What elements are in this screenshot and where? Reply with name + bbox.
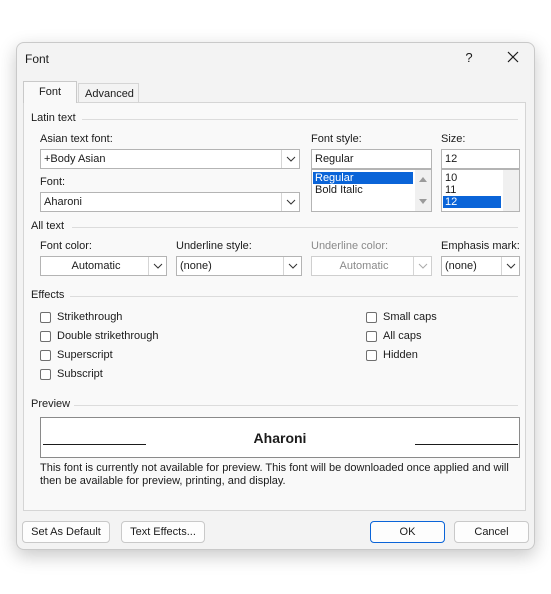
checkbox-box — [366, 330, 377, 342]
chevron-down-icon — [281, 150, 299, 168]
chevron-down-icon — [283, 257, 301, 275]
size-scrollbar[interactable] — [503, 170, 519, 211]
close-button[interactable] — [503, 47, 523, 67]
underline-color-label: Underline color: — [311, 240, 389, 252]
size-option[interactable]: 11 — [443, 184, 501, 196]
chevron-down-icon — [148, 257, 166, 275]
text-effects-button[interactable]: Text Effects... — [121, 521, 205, 543]
emphasis-mark-label: Emphasis mark: — [441, 240, 520, 252]
checkbox-box — [366, 311, 377, 323]
latin-text-divider — [82, 119, 518, 120]
underline-color-dropdown[interactable]: Automatic — [311, 256, 432, 276]
close-icon — [507, 51, 519, 63]
strikethrough-checkbox[interactable]: Strikethrough — [40, 309, 159, 325]
ok-button[interactable]: OK — [370, 521, 445, 543]
asian-font-dropdown[interactable]: +Body Asian — [40, 149, 300, 169]
font-style-option[interactable]: Bold Italic — [313, 184, 413, 196]
all-caps-checkbox[interactable]: All caps — [366, 328, 437, 344]
all-text-divider — [72, 227, 518, 228]
effects-group-label: Effects — [31, 289, 65, 301]
underline-style-dropdown[interactable]: (none) — [176, 256, 302, 276]
emphasis-mark-dropdown[interactable]: (none) — [441, 256, 520, 276]
font-style-scrollbar[interactable] — [415, 170, 431, 211]
checkbox-box — [40, 368, 51, 380]
font-style-value: Regular — [315, 153, 354, 165]
effects-left-column: Strikethrough Double strikethrough Super… — [40, 309, 159, 382]
checkbox-label: Subscript — [57, 368, 103, 380]
preview-divider — [74, 405, 518, 406]
chevron-down-icon — [501, 257, 519, 275]
font-style-label: Font style: — [311, 133, 362, 145]
font-dropdown[interactable]: Aharoni — [40, 192, 300, 212]
size-list[interactable]: 10 11 12 — [441, 169, 520, 212]
dialog-title: Font — [25, 52, 50, 66]
checkbox-label: Hidden — [383, 349, 418, 361]
emphasis-mark-value: (none) — [445, 260, 477, 272]
preview-note: This font is currently not available for… — [40, 462, 509, 487]
tab-font[interactable]: Font — [23, 81, 77, 103]
font-style-list[interactable]: Regular Bold Italic — [311, 169, 432, 212]
cancel-button[interactable]: Cancel — [454, 521, 529, 543]
font-label: Font: — [40, 176, 66, 188]
underline-style-label: Underline style: — [176, 240, 252, 252]
checkbox-label: Double strikethrough — [57, 330, 159, 342]
checkbox-box — [40, 311, 51, 323]
checkbox-box — [40, 349, 51, 361]
preview-baseline-right — [415, 444, 518, 445]
superscript-checkbox[interactable]: Superscript — [40, 347, 159, 363]
tab-font-label: Font — [38, 86, 61, 98]
double-strikethrough-checkbox[interactable]: Double strikethrough — [40, 328, 159, 344]
tab-advanced-label: Advanced — [85, 88, 134, 100]
checkbox-box — [40, 330, 51, 342]
font-color-dropdown[interactable]: Automatic — [40, 256, 167, 276]
checkbox-label: Superscript — [57, 349, 113, 361]
size-option[interactable]: 10 — [443, 172, 501, 184]
checkbox-box — [366, 349, 377, 361]
preview-box: Aharoni — [40, 417, 520, 458]
set-as-default-button[interactable]: Set As Default — [22, 521, 110, 543]
font-style-option[interactable]: Regular — [313, 172, 413, 184]
size-label: Size: — [441, 133, 466, 145]
preview-group-label: Preview — [31, 398, 71, 410]
small-caps-checkbox[interactable]: Small caps — [366, 309, 437, 325]
chevron-down-icon — [413, 257, 431, 275]
font-dialog: Font ? Font Advanced Latin text Asian te… — [16, 42, 535, 550]
asian-font-label: Asian text font: — [40, 133, 113, 145]
font-color-value: Automatic — [71, 260, 121, 272]
subscript-checkbox[interactable]: Subscript — [40, 366, 159, 382]
underline-color-value: Automatic — [339, 260, 389, 272]
checkbox-label: All caps — [383, 330, 422, 342]
size-input[interactable]: 12 — [441, 149, 520, 169]
font-tab-panel: Latin text Asian text font: +Body Asian … — [23, 102, 526, 511]
chevron-down-icon — [281, 193, 299, 211]
effects-divider — [70, 296, 518, 297]
underline-style-value: (none) — [180, 260, 212, 272]
effects-right-column: Small caps All caps Hidden — [366, 309, 437, 363]
font-color-label: Font color: — [40, 240, 92, 252]
size-value: 12 — [445, 153, 458, 165]
latin-text-group-label: Latin text — [31, 112, 76, 124]
font-style-input[interactable]: Regular — [311, 149, 432, 169]
help-button[interactable]: ? — [462, 50, 476, 65]
font-value: Aharoni — [44, 196, 82, 208]
asian-font-value: +Body Asian — [44, 153, 106, 165]
tab-advanced[interactable]: Advanced — [78, 83, 139, 103]
hidden-checkbox[interactable]: Hidden — [366, 347, 437, 363]
all-text-group-label: All text — [31, 220, 65, 232]
checkbox-label: Strikethrough — [57, 311, 123, 323]
checkbox-label: Small caps — [383, 311, 437, 323]
size-option[interactable]: 12 — [443, 196, 501, 208]
